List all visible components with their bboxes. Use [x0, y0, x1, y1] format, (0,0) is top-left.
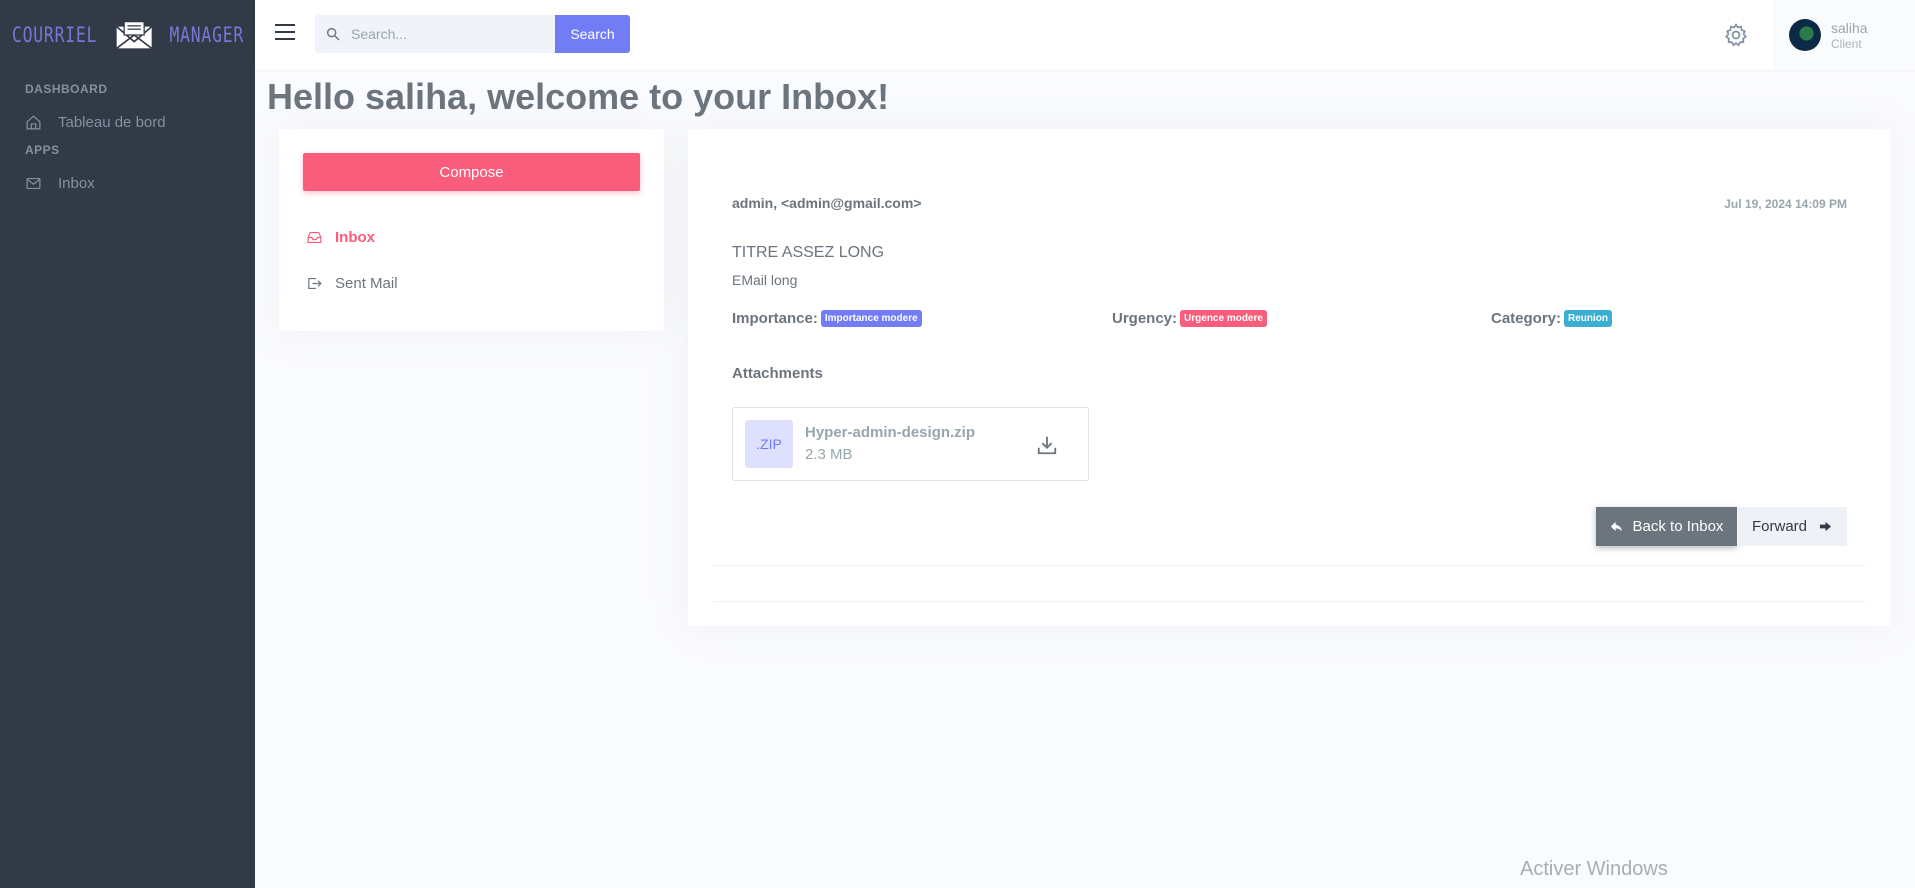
search-box: [315, 15, 555, 53]
user-menu[interactable]: saliha Client: [1774, 0, 1915, 70]
sidebar: COURRIEL MANAGER DASHBOARD Tableau de bo…: [0, 0, 255, 888]
attachment-name[interactable]: Hyper-admin-design.zip: [805, 424, 975, 441]
app-logo[interactable]: COURRIEL MANAGER: [0, 0, 255, 70]
menu-toggle-icon[interactable]: [275, 24, 295, 44]
urgency-field: Urgency: Urgence modere: [1112, 310, 1267, 327]
urgency-label: Urgency:: [1112, 310, 1178, 327]
arrow-right-icon: [1819, 521, 1832, 532]
mailbox-panel: Compose Inbox Sent Mail: [279, 129, 664, 331]
mail-subject: TITRE ASSEZ LONG: [732, 244, 885, 261]
category-badge: Reunion: [1564, 310, 1613, 327]
user-role: Client: [1831, 36, 1862, 51]
back-to-inbox-button[interactable]: Back to Inbox: [1596, 507, 1737, 546]
topbar: Search saliha Client: [255, 0, 1915, 70]
importance-field: Importance: Importance modere: [732, 310, 922, 327]
search-input[interactable]: [351, 26, 531, 42]
category-field: Category: Reunion: [1491, 310, 1613, 327]
nav-inbox-label: Inbox: [335, 229, 375, 246]
avatar: [1789, 19, 1821, 51]
search-button[interactable]: Search: [555, 15, 630, 53]
compose-button[interactable]: Compose: [303, 153, 640, 191]
search-bar: Search: [315, 15, 630, 53]
forward-button[interactable]: Forward: [1737, 507, 1847, 546]
category-label: Category:: [1491, 310, 1562, 327]
gear-icon: [1724, 23, 1748, 47]
logo-text-right: MANAGER: [169, 23, 245, 47]
sent-icon: [308, 277, 322, 290]
forward-label: Forward: [1751, 518, 1807, 535]
settings-button[interactable]: [1723, 22, 1749, 48]
menu-title-dashboard: DASHBOARD: [25, 82, 108, 96]
download-button[interactable]: [1036, 434, 1058, 456]
divider: [713, 601, 1866, 602]
divider: [713, 565, 1866, 566]
sidebar-item-inbox[interactable]: Inbox: [0, 162, 255, 204]
mail-from: admin, <admin@gmail.com>: [732, 195, 922, 211]
user-info: saliha Client: [1831, 20, 1868, 51]
page-title: Hello saliha, welcome to your Inbox!: [267, 76, 890, 117]
mail-icon: [26, 177, 41, 189]
attachment-size: 2.3 MB: [805, 446, 853, 463]
search-icon: [326, 27, 340, 41]
urgency-badge: Urgence modere: [1180, 310, 1267, 327]
attachments-title: Attachments: [732, 365, 823, 382]
back-to-inbox-label: Back to Inbox: [1632, 518, 1724, 535]
menu-title-apps: APPS: [25, 143, 60, 157]
mail-detail: admin, <admin@gmail.com> Jul 19, 2024 14…: [688, 129, 1891, 626]
home-icon: [26, 114, 41, 129]
sidebar-item-label: Inbox: [58, 174, 95, 192]
nav-sent-mail[interactable]: Sent Mail: [306, 275, 398, 292]
mail-body: EMail long: [732, 272, 798, 288]
importance-label: Importance:: [732, 310, 818, 327]
logo-text-left: COURRIEL: [12, 23, 98, 47]
envelope-logo-icon: [116, 21, 153, 49]
attachment-card: .ZIP Hyper-admin-design.zip 2.3 MB: [732, 407, 1089, 481]
inbox-icon: [307, 231, 322, 244]
mail-date: Jul 19, 2024 14:09 PM: [1724, 197, 1847, 211]
reply-icon: [1610, 521, 1622, 532]
sidebar-item-dashboard[interactable]: Tableau de bord: [0, 101, 255, 143]
download-icon: [1037, 436, 1057, 455]
sidebar-item-label: Tableau de bord: [58, 113, 166, 131]
nav-inbox[interactable]: Inbox: [306, 229, 375, 246]
windows-activation-watermark: Activer Windows: [1520, 858, 1668, 880]
zip-file-icon: .ZIP: [745, 420, 793, 468]
importance-badge: Importance modere: [820, 310, 922, 327]
user-name: saliha: [1831, 19, 1868, 36]
nav-sent-label: Sent Mail: [335, 275, 398, 292]
